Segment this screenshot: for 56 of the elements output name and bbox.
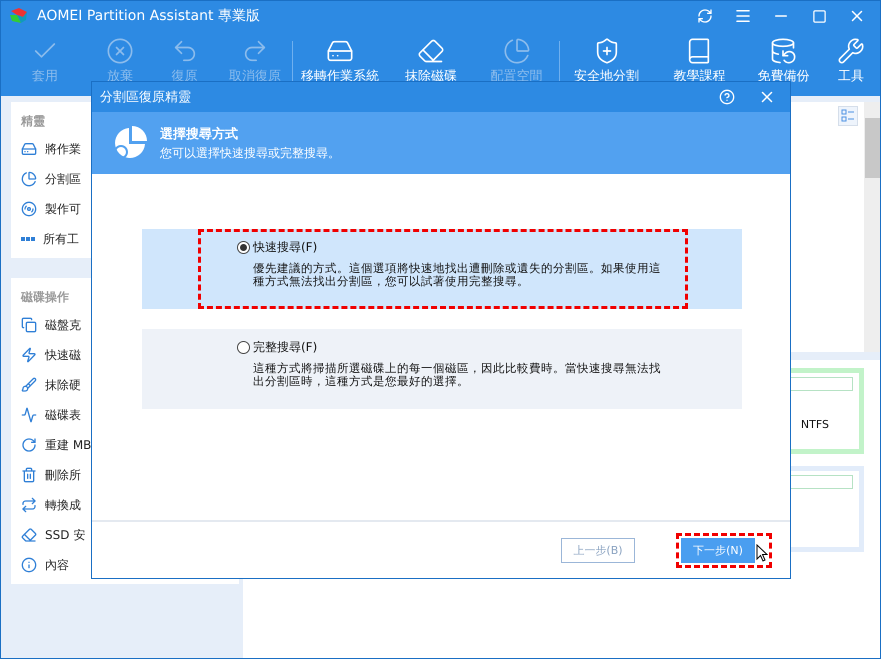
toolbar-button[interactable]: 免費備份	[745, 37, 822, 85]
option-description: 這種方式將掃描所選磁碟上的每一個磁區，因此比較費時。當快速搜尋無法找出分割區時，這種方式是您最好的選擇。	[252, 362, 662, 388]
scrollbar[interactable]	[864, 102, 880, 352]
sidebar-item[interactable]: 分割區	[21, 164, 81, 194]
section-title: 精靈	[21, 112, 45, 130]
sidebar-item[interactable]: 磁盤克	[21, 310, 81, 340]
disc-icon	[21, 201, 37, 217]
more-icon	[21, 237, 35, 241]
pulse-icon	[21, 407, 37, 423]
eraser-icon	[416, 37, 445, 65]
sidebar-item[interactable]: 所有工	[21, 224, 79, 254]
option-panel[interactable]: 完整搜尋(F) 這種方式將掃描所選磁碟上的每一個磁區，因此比較費時。當快速搜尋無法找出分割區時，這種方式是您最好的選擇。	[142, 329, 742, 409]
partition-label: NTFS	[800, 418, 829, 431]
sidebar-item[interactable]: 轉換成	[21, 490, 81, 520]
toolbar-button[interactable]: 工具	[821, 37, 880, 85]
brush-icon	[21, 377, 37, 393]
option-panel[interactable]: 快速搜尋(F) 優先建議的方式。這個選項將快速地找出遭刪除或遺失的分割區。如果使用這種方式無法找出分割區，您可以試著使用完整搜尋。	[142, 229, 742, 309]
pie-chart-icon	[21, 171, 37, 187]
rotate-icon	[21, 437, 37, 453]
step-heading: 選擇搜尋方式	[160, 126, 239, 142]
window-title: AOMEI Partition Assistant 專業版	[37, 7, 261, 25]
cursor-icon	[756, 544, 768, 562]
option-label: 完整搜尋(F)	[253, 339, 318, 356]
wrench-icon	[836, 37, 865, 65]
view-toggle-button[interactable]	[838, 106, 858, 126]
toolbar-button[interactable]: 抹除磁碟	[386, 37, 475, 85]
lightning-icon	[21, 347, 37, 363]
toolbar-button[interactable]: 教學課程	[653, 37, 746, 85]
step-subheading: 您可以選擇快速搜尋或完整搜尋。	[160, 144, 340, 162]
sidebar-item[interactable]: 製作可	[21, 194, 81, 224]
sidebar-item[interactable]: 抹除硬	[21, 370, 81, 400]
option-label: 快速搜尋(F)	[253, 239, 318, 256]
sidebar-item[interactable]: 將作業	[21, 134, 81, 164]
section-title: 磁碟操作	[21, 288, 69, 306]
radio-button[interactable]	[237, 241, 250, 254]
sidebar-item[interactable]: SSD 安	[21, 520, 86, 550]
sidebar-item[interactable]: 磁碟表	[21, 400, 81, 430]
pie-chart-icon	[502, 37, 531, 65]
app-logo-icon	[9, 7, 29, 25]
dialog-title: 分割區復原精靈	[100, 89, 192, 106]
sidebar-item[interactable]: 刪除所	[21, 460, 81, 490]
toolbar-button[interactable]: 移轉作業系統	[293, 37, 387, 85]
option-description: 優先建議的方式。這個選項將快速地找出遭刪除或遺失的分割區。如果使用這種方式無法找出分割區，您可以試著使用完整搜尋。	[252, 262, 662, 288]
cancel-icon	[106, 37, 134, 65]
database-icon	[769, 37, 798, 65]
drive-icon	[21, 141, 37, 157]
sidebar-item[interactable]: 快速磁	[21, 340, 81, 370]
eraser-icon	[21, 527, 37, 543]
swap-icon	[21, 497, 37, 513]
sidebar-item[interactable]: 重建 MB	[21, 430, 92, 460]
copy-icon	[21, 317, 37, 333]
info-icon	[21, 557, 37, 573]
sidebar-item[interactable]: 內容	[21, 550, 69, 580]
radio-button[interactable]	[237, 341, 250, 354]
pie-chart-icon	[112, 125, 148, 161]
trash-icon	[21, 467, 37, 483]
